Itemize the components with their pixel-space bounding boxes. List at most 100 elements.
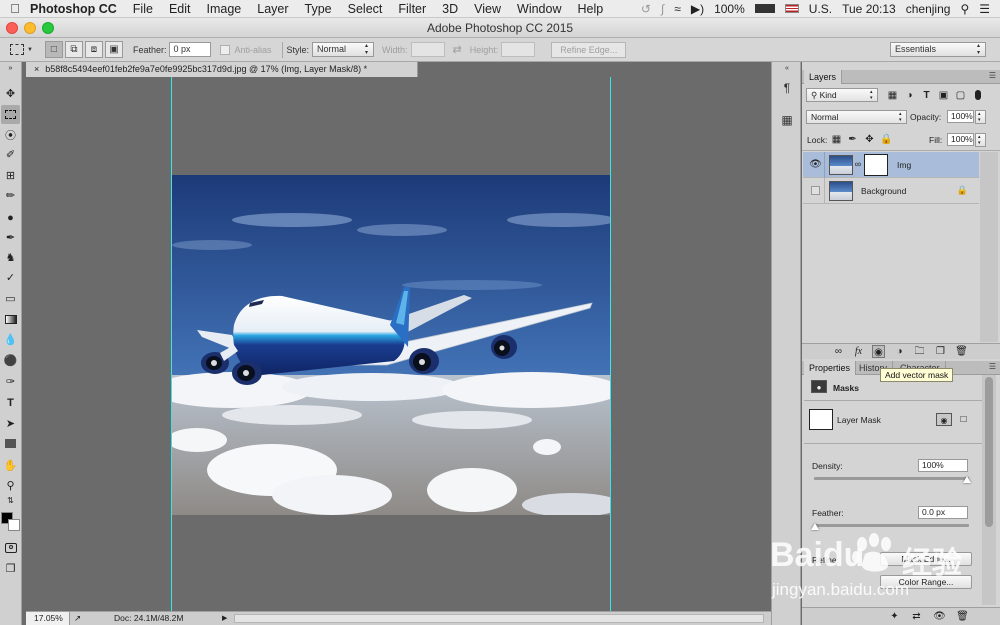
menu-filter[interactable]: Filter [398, 2, 426, 16]
delete-mask-icon[interactable]: 🗑 [956, 610, 969, 623]
subtract-selection-button[interactable]: ⧈ [84, 41, 103, 58]
clone-stamp-tool-icon[interactable]: ♞ [1, 248, 20, 267]
mask-edge-button[interactable]: Mask Edge... [880, 552, 972, 566]
volume-icon[interactable]: ▶) [691, 2, 704, 16]
intersect-selection-button[interactable]: ▣ [104, 41, 123, 58]
bluetooth-icon[interactable]: ∫ [661, 2, 664, 16]
filter-toggle-icon[interactable] [973, 89, 982, 102]
properties-scrollbar[interactable] [982, 375, 996, 605]
layer-style-fx-icon[interactable]: fx [852, 345, 865, 358]
link-layers-icon[interactable]: ∞ [832, 345, 845, 358]
wifi-icon[interactable]: ≈ [674, 2, 681, 16]
layer-name[interactable]: Img [897, 160, 911, 170]
refine-edge-button[interactable]: Refine Edge... [551, 41, 627, 58]
brush-tool-icon[interactable]: ✒ [1, 228, 20, 247]
spot-healing-tool-icon[interactable]: ● [1, 208, 20, 227]
menu-3d[interactable]: 3D [442, 2, 458, 16]
path-selection-tool-icon[interactable]: ➤ [1, 414, 20, 433]
layers-panel-menu-icon[interactable]: ☰ [989, 71, 996, 80]
layer-thumbnail[interactable] [829, 155, 853, 175]
swap-icon[interactable]: ⇄ [453, 43, 462, 56]
lock-pixels-icon[interactable]: ✒ [846, 133, 859, 146]
pen-tool-icon[interactable]: ✑ [1, 372, 20, 391]
close-document-icon[interactable]: × [34, 64, 39, 74]
apple-icon[interactable]:  [0, 1, 30, 16]
workspace-select[interactable]: Essentials [890, 42, 986, 57]
add-selection-button[interactable]: ⧉ [64, 41, 83, 58]
color-range-button[interactable]: Color Range... [880, 575, 972, 589]
status-menu-icon[interactable]: ▶ [222, 612, 227, 625]
new-selection-button[interactable]: □ [44, 41, 63, 58]
layer-name[interactable]: Background [861, 186, 906, 196]
new-layer-icon[interactable]: ❐ [934, 345, 947, 358]
layer-row-img[interactable]: 👁 ∞ Img [803, 152, 979, 178]
vertical-guide-right[interactable] [610, 77, 611, 611]
mask-preview-thumbnail[interactable] [809, 409, 833, 430]
antialias-checkbox[interactable] [220, 44, 231, 55]
toggle-mask-visibility-icon[interactable]: 👁 [933, 610, 946, 623]
filter-adjustment-icon[interactable]: ◑ [903, 89, 916, 102]
time-machine-icon[interactable]: ↺ [641, 2, 651, 16]
zoom-level-field[interactable]: 17.05% [26, 612, 70, 625]
blur-tool-icon[interactable]: 💧 [1, 330, 20, 349]
lasso-tool-icon[interactable]: ⦿ [1, 125, 20, 144]
visibility-toggle[interactable] [811, 186, 820, 195]
adjustment-layer-icon[interactable]: ◑ [893, 345, 906, 358]
menu-edit[interactable]: Edit [169, 2, 191, 16]
properties-panel-menu-icon[interactable]: ☰ [989, 362, 996, 371]
quick-mask-icon[interactable] [1, 538, 20, 557]
menu-window[interactable]: Window [517, 2, 561, 16]
tab-layers[interactable]: Layers [804, 70, 843, 84]
hand-tool-icon[interactable]: ✋ [1, 456, 20, 475]
swap-colors-icon[interactable]: ⇅ [1, 494, 20, 506]
minimize-window-button[interactable] [24, 22, 36, 34]
dodge-tool-icon[interactable]: ⚫ [1, 351, 20, 370]
pixel-mask-icon[interactable]: ◉ [936, 413, 952, 426]
blend-mode-select[interactable]: Normal [806, 110, 907, 124]
fill-input[interactable]: 100% [947, 133, 974, 146]
zoom-tool-icon[interactable]: ⚲ [1, 476, 20, 495]
preset-dropdown-icon[interactable]: ▼ [27, 47, 33, 53]
menu-view[interactable]: View [474, 2, 501, 16]
horizontal-scrollbar[interactable] [234, 614, 764, 623]
menu-type[interactable]: Type [305, 2, 332, 16]
screen-mode-icon[interactable]: ❐ [1, 559, 20, 578]
eyedropper-tool-icon[interactable]: ✏ [1, 186, 20, 205]
width-input[interactable] [410, 42, 445, 57]
menu-layer[interactable]: Layer [257, 2, 288, 16]
marquee-preset-button[interactable] [10, 44, 24, 55]
crop-tool-icon[interactable]: ⊞ [1, 166, 20, 185]
feather-input[interactable]: 0 px [169, 42, 212, 57]
group-folder-icon[interactable]: 🗀 [913, 345, 926, 358]
layers-scrollbar[interactable] [980, 152, 998, 342]
layer-row-background[interactable]: Background 🔒 [803, 178, 979, 204]
app-menu[interactable]: Photoshop CC [30, 2, 117, 16]
document-size[interactable]: Doc: 24.1M/48.2M [114, 612, 183, 625]
opacity-input[interactable]: 100% [947, 110, 974, 123]
notification-center-icon[interactable]: ☰ [979, 2, 990, 16]
menu-image[interactable]: Image [207, 2, 242, 16]
input-source[interactable]: U.S. [809, 2, 832, 16]
menu-file[interactable]: File [133, 2, 153, 16]
quick-selection-tool-icon[interactable]: ✐ [1, 145, 20, 164]
menu-help[interactable]: Help [578, 2, 604, 16]
type-tool-icon[interactable]: T [1, 393, 20, 412]
user-name[interactable]: chenjing [906, 2, 951, 16]
lock-transparent-icon[interactable]: ▦ [830, 133, 843, 146]
style-select[interactable]: Normal [312, 42, 375, 57]
dock-collapse-icon[interactable]: « [778, 64, 796, 72]
layer-thumbnail[interactable] [829, 181, 853, 201]
density-input[interactable]: 100% [918, 459, 968, 472]
lock-position-icon[interactable]: ✥ [863, 133, 876, 146]
rectangular-marquee-tool-icon[interactable] [1, 105, 20, 124]
fill-slider-toggle[interactable] [975, 133, 986, 147]
visibility-eye-icon[interactable]: 👁 [809, 158, 822, 171]
clock[interactable]: Tue 20:13 [842, 2, 896, 16]
feather-slider-knob[interactable] [811, 523, 819, 530]
tab-properties[interactable]: Properties [804, 361, 857, 375]
apply-mask-icon[interactable]: ⇄ [910, 610, 923, 623]
add-mask-icon[interactable]: ◉ [872, 345, 885, 358]
mask-feather-input[interactable]: 0.0 px [918, 506, 968, 519]
lock-all-icon[interactable]: 🔒 [880, 133, 893, 146]
load-selection-icon[interactable]: ✦ [888, 610, 901, 623]
